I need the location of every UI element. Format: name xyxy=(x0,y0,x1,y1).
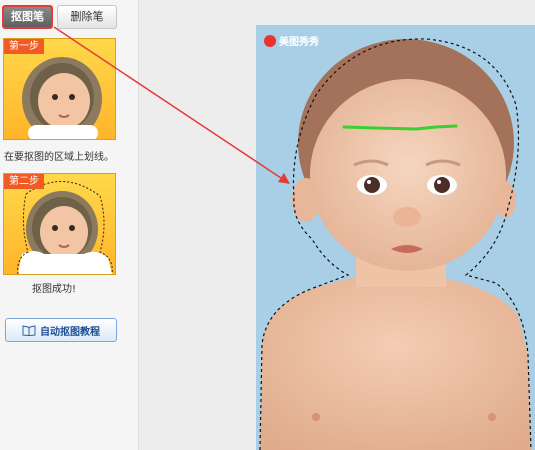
meitu-logo-icon xyxy=(264,34,276,47)
auto-cutout-tutorial-button[interactable]: 自动抠图教程 xyxy=(5,318,117,342)
step-two-badge: 第二步 xyxy=(4,174,44,189)
step-two-thumbnail: 第二步 xyxy=(3,173,116,275)
left-panel: 抠图笔 删除笔 第一步 在要抠图的区域上划线。 第二步 抠图成功! 自动抠图教程 xyxy=(0,0,139,450)
pen-tabs: 抠图笔 删除笔 xyxy=(2,5,117,29)
step-one-description: 在要抠图的区域上划线。 xyxy=(4,152,114,163)
tutorial-button-label: 自动抠图教程 xyxy=(40,326,100,338)
step-one-thumbnail: 第一步 xyxy=(3,38,116,140)
step-two-description: 抠图成功! xyxy=(32,284,77,295)
book-icon xyxy=(22,324,36,336)
step-one-baby-illustration xyxy=(22,57,102,139)
watermark: 美图秀秀 xyxy=(264,33,319,48)
step-one-badge: 第一步 xyxy=(4,39,44,54)
photo-cutout xyxy=(259,38,532,450)
tab-erase-pen[interactable]: 删除笔 xyxy=(57,5,117,29)
editing-canvas[interactable]: 美图秀秀 xyxy=(256,25,535,450)
tab-cutout-pen[interactable]: 抠图笔 xyxy=(2,5,53,29)
step-two-baby-illustration xyxy=(17,181,113,274)
watermark-text: 美图秀秀 xyxy=(279,37,319,48)
